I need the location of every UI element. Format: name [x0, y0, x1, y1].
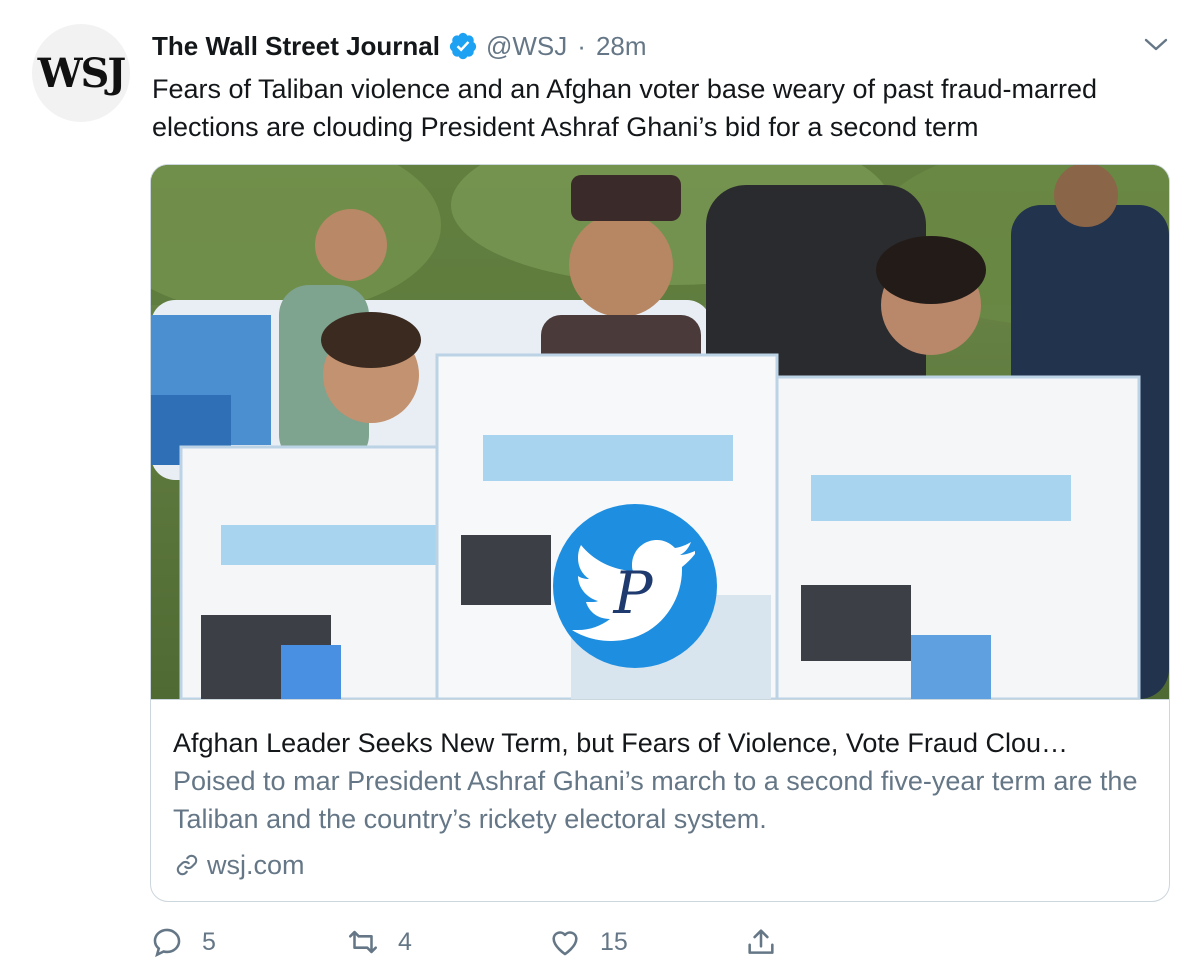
- card-domain: wsj.com: [173, 846, 1147, 884]
- avatar[interactable]: WSJ: [32, 24, 130, 122]
- handle[interactable]: @WSJ: [486, 31, 567, 62]
- like-button[interactable]: 15: [548, 920, 628, 964]
- card-body[interactable]: Afghan Leader Seeks New Term, but Fears …: [151, 699, 1169, 901]
- reply-icon: [153, 928, 181, 958]
- card-title: Afghan Leader Seeks New Term, but Fears …: [173, 728, 1068, 758]
- verified-badge-icon: [448, 31, 478, 61]
- tweet-text: Fears of Taliban violence and an Afghan …: [152, 74, 1098, 142]
- avatar-logo-text: WSJ: [37, 49, 127, 97]
- heart-icon: [552, 931, 578, 956]
- timestamp[interactable]: 28m: [596, 31, 647, 62]
- share-button[interactable]: [744, 920, 778, 964]
- retweet-icon: [348, 930, 378, 954]
- link-card[interactable]: P Afghan Leader Seeks New Term, but Fear…: [150, 164, 1170, 902]
- watermark-bird-icon: P: [553, 504, 717, 668]
- card-description: Poised to mar President Ashraf Ghani’s m…: [173, 766, 1138, 834]
- tweet-actions: 5 4 15: [150, 920, 850, 964]
- tweet[interactable]: WSJ The Wall Street Journal @WSJ · 28m F…: [0, 0, 1200, 972]
- reply-count: 5: [202, 927, 216, 956]
- retweet-count: 4: [398, 927, 412, 956]
- separator-dot: ·: [577, 30, 586, 61]
- link-icon: [176, 854, 198, 876]
- retweet-button[interactable]: 4: [346, 920, 412, 964]
- share-icon: [748, 929, 774, 954]
- like-count: 15: [600, 927, 628, 956]
- card-domain-text: wsj.com: [207, 850, 305, 880]
- tweet-header: The Wall Street Journal @WSJ · 28m: [152, 26, 647, 66]
- display-name[interactable]: The Wall Street Journal: [152, 31, 440, 62]
- watermark-letter: P: [612, 559, 653, 627]
- more-options-chevron-icon[interactable]: [1142, 34, 1170, 56]
- reply-button[interactable]: 5: [150, 920, 216, 964]
- card-image[interactable]: P: [151, 165, 1169, 699]
